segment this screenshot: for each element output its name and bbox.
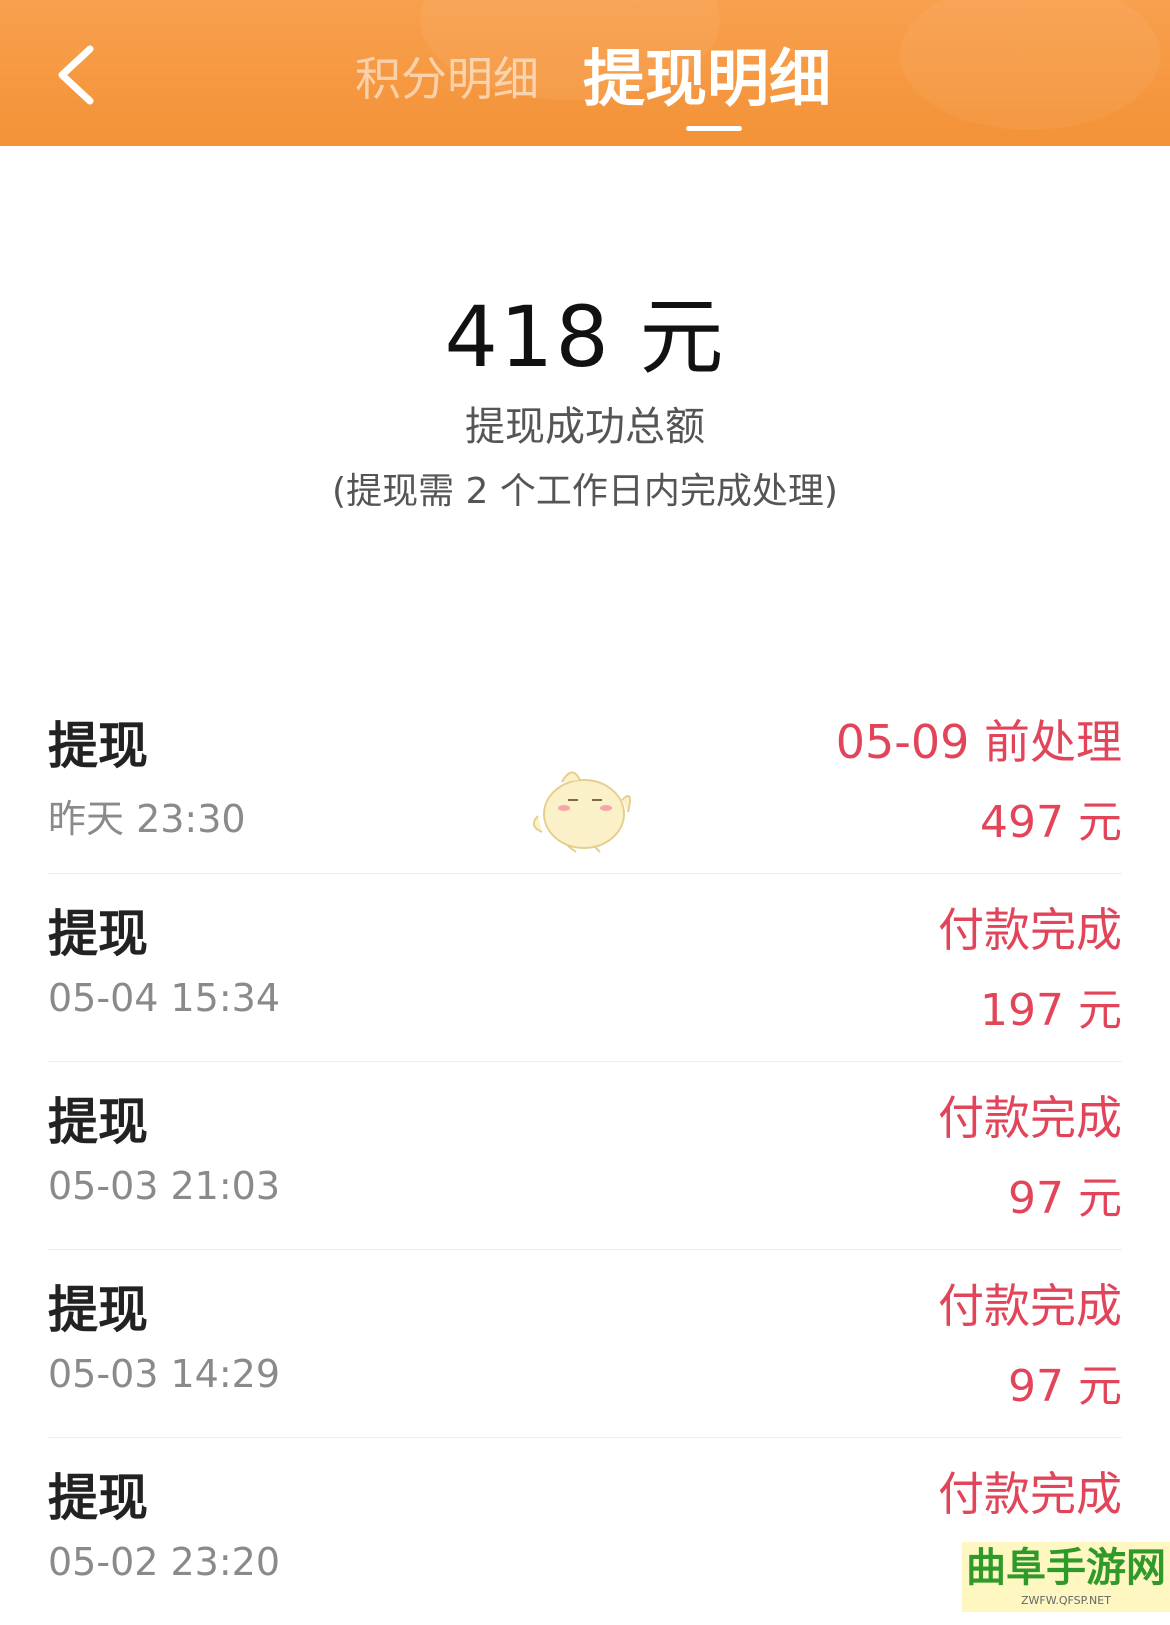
back-button[interactable] <box>40 40 110 110</box>
total-amount: 418 元 <box>444 288 726 386</box>
record-amount: 497 元 <box>980 797 1122 848</box>
record-time: 05-02 23:20 <box>48 1540 281 1584</box>
record-status: 付款完成 <box>938 903 1122 957</box>
record-title: 提现 <box>48 717 148 775</box>
record-amount: 197 元 <box>980 985 1122 1036</box>
record-status: 付款完成 <box>938 1091 1122 1145</box>
header-decoration <box>900 0 1160 130</box>
watermark: 曲阜手游网 ZWFW.QFSP.NET <box>962 1542 1170 1612</box>
record-amount: 97 元 <box>1008 1361 1122 1412</box>
total-amount-label: 提现成功总额 <box>465 404 705 450</box>
list-item[interactable]: 提现 05-04 15:34 付款完成 197 元 <box>48 874 1122 1062</box>
record-title: 提现 <box>48 1093 148 1151</box>
record-title: 提现 <box>48 1281 148 1339</box>
active-tab-indicator <box>686 126 742 131</box>
list-item[interactable]: 提现 05-02 23:20 付款完成 <box>48 1438 1122 1625</box>
record-time: 05-03 21:03 <box>48 1164 281 1208</box>
chevron-left-icon <box>58 45 94 105</box>
record-status: 05-09 前处理 <box>835 715 1122 769</box>
record-title: 提现 <box>48 1469 148 1527</box>
list-item[interactable]: 提现 05-03 21:03 付款完成 97 元 <box>48 1062 1122 1250</box>
record-status: 付款完成 <box>938 1279 1122 1333</box>
record-time: 昨天 23:30 <box>48 797 246 841</box>
header-bar: 积分明细 提现明细 <box>0 0 1170 146</box>
record-time: 05-03 14:29 <box>48 1352 281 1396</box>
processing-note: (提现需 2 个工作日内完成处理) <box>332 471 838 512</box>
chick-mascot-icon <box>532 771 631 853</box>
record-title: 提现 <box>48 905 148 963</box>
record-status: 付款完成 <box>938 1467 1122 1521</box>
watermark-url: ZWFW.QFSP.NET <box>1021 1594 1111 1607</box>
list-item[interactable]: 提现 05-03 14:29 付款完成 97 元 <box>48 1250 1122 1438</box>
record-amount: 97 元 <box>1008 1173 1122 1224</box>
watermark-logo-text: 曲阜手游网 <box>966 1544 1166 1591</box>
tab-points-detail[interactable]: 积分明细 <box>355 44 539 114</box>
record-time: 05-04 15:34 <box>48 976 281 1020</box>
tab-withdraw-detail[interactable]: 提现明细 <box>583 44 831 114</box>
